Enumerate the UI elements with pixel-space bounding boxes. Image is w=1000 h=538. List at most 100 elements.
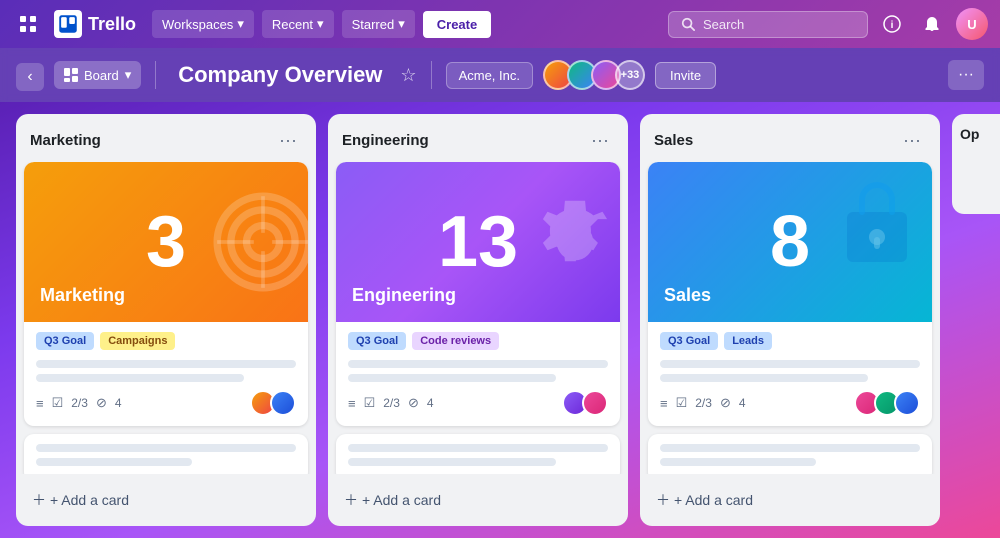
column-cards-sales: 8 Sales Q3 Goal Leads ≡ ☑ 2/3 <box>640 162 940 474</box>
column-cards-engineering: 13 Engineering Q3 Goal Code reviews ≡ ☑ <box>328 162 628 474</box>
svg-text:i: i <box>891 20 894 31</box>
invite-button[interactable]: Invite <box>655 62 716 89</box>
column-menu-sales[interactable]: ··· <box>898 126 926 154</box>
card-avatars-sales <box>854 390 920 416</box>
chevron-left-icon: ‹ <box>27 68 32 86</box>
card-tags-engineering: Q3 Goal Code reviews <box>348 332 608 350</box>
card-cover-marketing: 3 Marketing <box>24 162 308 322</box>
card-avatars-marketing <box>250 390 296 416</box>
card-engineering-small-1[interactable] <box>336 434 620 474</box>
chevron-down-icon: ▾ <box>125 67 132 83</box>
clip-count-sales: 4 <box>739 396 746 410</box>
column-marketing: Marketing ··· 3 M <box>16 114 316 526</box>
column-footer-engineering: ＋ + Add a card <box>328 474 628 526</box>
add-card-marketing[interactable]: ＋ + Add a card <box>24 482 308 518</box>
card-line <box>348 374 556 382</box>
column-footer-sales: ＋ + Add a card <box>640 474 940 526</box>
star-button[interactable]: ☆ <box>400 65 416 86</box>
tag-campaigns: Campaigns <box>100 332 175 350</box>
member-count[interactable]: +33 <box>615 60 645 90</box>
starred-menu[interactable]: Starred ▾ <box>342 10 415 38</box>
card-line <box>348 360 608 368</box>
clip-count-marketing: 4 <box>115 396 122 410</box>
clip-icon: ⊘ <box>408 395 419 411</box>
card-meta-sales: ≡ ☑ 2/3 ⊘ 4 <box>660 390 920 416</box>
clip-icon: ⊘ <box>720 395 731 411</box>
card-line <box>36 374 244 382</box>
column-footer-marketing: ＋ + Add a card <box>16 474 316 526</box>
list-icon: ≡ <box>36 396 44 411</box>
clip-icon: ⊘ <box>96 395 107 411</box>
partial-column-title: Op <box>952 114 1000 154</box>
create-button[interactable]: Create <box>423 11 491 38</box>
card-line <box>660 374 868 382</box>
column-title-sales: Sales <box>654 132 693 149</box>
plus-icon: ＋ <box>32 490 46 510</box>
board-header: ‹ Board ▾ Company Overview ☆ Acme, Inc. … <box>0 48 1000 102</box>
recent-menu[interactable]: Recent ▾ <box>262 10 334 38</box>
trello-logo[interactable]: Trello <box>54 10 136 38</box>
chevron-down-icon: ▾ <box>317 16 324 32</box>
card-tags-sales: Q3 Goal Leads <box>660 332 920 350</box>
card-sales-main[interactable]: 8 Sales Q3 Goal Leads ≡ ☑ 2/3 <box>648 162 932 426</box>
card-line <box>660 360 920 368</box>
sidebar-collapse-button[interactable]: ‹ <box>16 63 44 91</box>
clip-count-engineering: 4 <box>427 396 434 410</box>
tag-q3goal-engineering: Q3 Goal <box>348 332 406 350</box>
check-icon: ☑ <box>52 395 64 411</box>
card-engineering-main[interactable]: 13 Engineering Q3 Goal Code reviews ≡ ☑ <box>336 162 620 426</box>
board-content: Marketing ··· 3 M <box>0 102 1000 538</box>
column-cards-marketing: 3 Marketing Q3 Goal Campaigns ≡ ☑ <box>16 162 316 474</box>
card-body-marketing: Q3 Goal Campaigns ≡ ☑ 2/3 ⊘ 4 <box>24 322 308 426</box>
board-more-button[interactable]: ··· <box>948 60 984 90</box>
bell-icon <box>923 15 941 33</box>
card-cover-engineering: 13 Engineering <box>336 162 620 322</box>
card-line <box>660 444 920 452</box>
info-button[interactable]: i <box>876 8 908 40</box>
column-menu-marketing[interactable]: ··· <box>274 126 302 154</box>
grid-menu-button[interactable] <box>12 8 44 40</box>
chevron-down-icon: ▾ <box>237 16 244 32</box>
card-avatar-2 <box>270 390 296 416</box>
add-card-engineering[interactable]: ＋ + Add a card <box>336 482 620 518</box>
check-count-engineering: 2/3 <box>383 396 400 410</box>
info-icon: i <box>883 15 901 33</box>
card-sales-small-1[interactable] <box>648 434 932 474</box>
check-count-marketing: 2/3 <box>71 396 88 410</box>
card-meta-engineering: ≡ ☑ 2/3 ⊘ 4 <box>348 390 608 416</box>
tag-q3goal-sales: Q3 Goal <box>660 332 718 350</box>
tag-leads: Leads <box>724 332 772 350</box>
card-lines-engineering <box>348 360 608 382</box>
plus-icon: ＋ <box>344 490 358 510</box>
board-icon <box>64 68 78 82</box>
star-icon: ☆ <box>400 65 416 85</box>
gear-icon <box>520 187 620 297</box>
card-marketing-small-1[interactable] <box>24 434 308 474</box>
board-view-button[interactable]: Board ▾ <box>54 61 141 89</box>
workspace-button[interactable]: Acme, Inc. <box>446 62 533 89</box>
lock-icon <box>832 172 922 272</box>
member-avatars: +33 <box>543 60 645 90</box>
column-menu-engineering[interactable]: ··· <box>586 126 614 154</box>
card-line <box>36 360 296 368</box>
card-avatar-b <box>894 390 920 416</box>
card-lines-sales <box>660 360 920 382</box>
user-avatar[interactable]: U <box>956 8 988 40</box>
card-lines-marketing <box>36 360 296 382</box>
add-card-sales[interactable]: ＋ + Add a card <box>648 482 932 518</box>
check-icon: ☑ <box>676 395 688 411</box>
card-cover-sales: 8 Sales <box>648 162 932 322</box>
card-body-sales: Q3 Goal Leads ≡ ☑ 2/3 ⊘ 4 <box>648 322 932 426</box>
column-header-marketing: Marketing ··· <box>16 114 316 162</box>
column-header-engineering: Engineering ··· <box>328 114 628 162</box>
target-icon <box>208 187 308 297</box>
notifications-button[interactable] <box>916 8 948 40</box>
workspaces-menu[interactable]: Workspaces ▾ <box>152 10 254 38</box>
card-marketing-main[interactable]: 3 Marketing Q3 Goal Campaigns ≡ ☑ <box>24 162 308 426</box>
tag-q3goal-marketing: Q3 Goal <box>36 332 94 350</box>
card-line <box>36 444 296 452</box>
navbar: Trello Workspaces ▾ Recent ▾ Starred ▾ C… <box>0 0 1000 48</box>
header-divider-2 <box>431 61 432 89</box>
search-bar[interactable]: Search <box>668 11 868 38</box>
card-body-engineering: Q3 Goal Code reviews ≡ ☑ 2/3 ⊘ 4 <box>336 322 620 426</box>
